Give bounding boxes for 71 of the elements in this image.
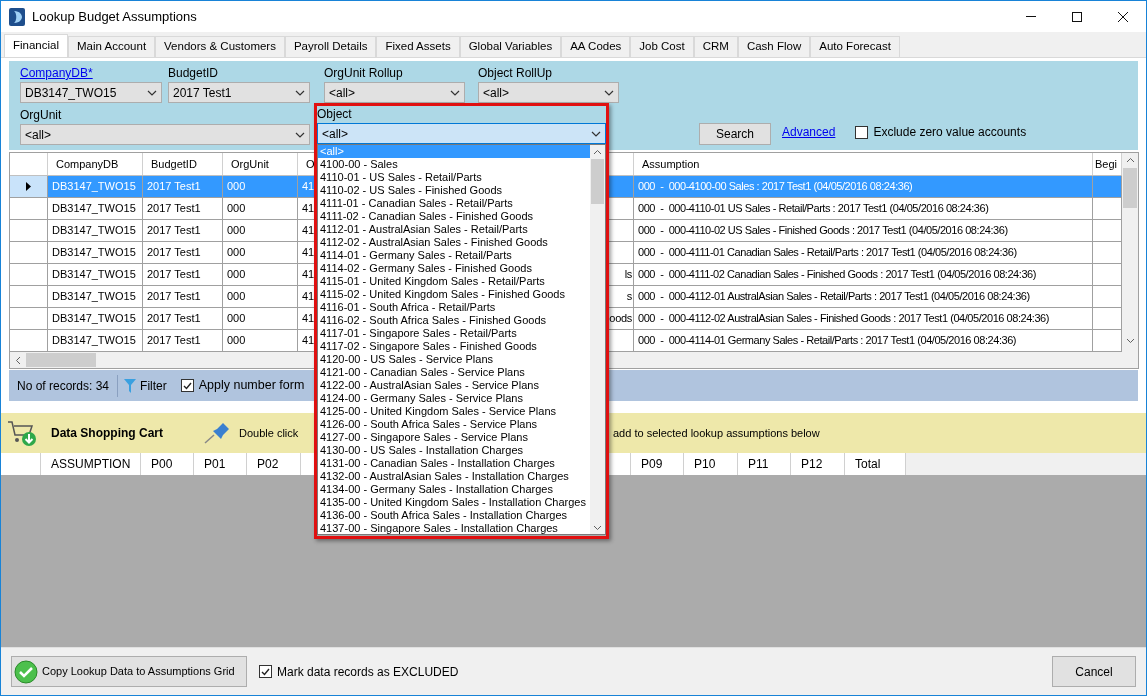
table-cell-text: 000	[227, 223, 246, 239]
table-cell-text: 2017 Test1	[147, 267, 201, 283]
table-cell-text: DB3147_TWO15	[52, 333, 136, 349]
field-label: BudgetID	[168, 66, 220, 80]
table-cell-text: DB3147_TWO15	[52, 223, 136, 239]
column-header: Assumption	[642, 156, 700, 172]
table-cell-text: DB3147_TWO15	[52, 289, 136, 305]
table-cell-text: DB3147_TWO15	[52, 245, 136, 261]
column-header: CompanyDB	[56, 156, 119, 172]
table-cell-text: 2017 Test1	[147, 245, 201, 261]
column-header: P00	[151, 456, 173, 473]
column-header: Begi	[1095, 156, 1118, 172]
table-cell-text: 41	[302, 289, 315, 305]
table-cell-text: 000	[227, 267, 246, 283]
table-cell-text: 000 - 000-4111-02 Canadian Sales - Finished Goods : 2017 Test1 (04/05/2016 08:24:36)	[638, 267, 1036, 283]
field-label: Object	[317, 107, 353, 121]
column-header: BudgetID	[151, 156, 197, 172]
table-cell-text: 41	[302, 267, 315, 283]
table-cell-text: 41	[302, 245, 315, 261]
table-cell-text: 000 - 000-4110-01 US Sales - Retail/Parts : 2017 Test1 (04/05/2016 08:24:36)	[638, 201, 989, 217]
table-cell-text: 2017 Test1	[147, 201, 201, 217]
table-cell-text: 000 - 000-4100-00 Sales : 2017 Test1 (04/05/2016 08:24:36)	[638, 179, 913, 195]
column-header: Total	[855, 456, 881, 473]
table-cell-text: 2017 Test1	[147, 179, 201, 195]
column-header: P12	[801, 456, 823, 473]
column-header: P01	[204, 456, 226, 473]
checkbox-label: Apply number form	[198, 377, 305, 395]
column-header: O	[306, 156, 315, 172]
table-cell-text: 000 - 000-4111-01 Canadian Sales - Retail/Parts : 2017 Test1 (04/05/2016 08:24:36)	[638, 245, 1017, 261]
cart-hint: Double click	[239, 425, 299, 441]
field-label: Object RollUp	[478, 66, 554, 80]
table-cell-text: 41	[302, 201, 315, 217]
table-cell-text: 000	[227, 289, 246, 305]
table-cell-text: 000 - 000-4110-02 US Sales - Finished Goods : 2017 Test1 (04/05/2016 08:24:36)	[638, 223, 1008, 239]
table-cell-text: 000	[227, 179, 246, 195]
record-count: No of records: 34	[17, 377, 110, 395]
table-cell-text: 000	[227, 311, 246, 327]
column-header: P11	[748, 456, 769, 473]
table-cell-text: 2017 Test1	[147, 333, 201, 349]
checkbox-label: Exclude zero value accounts	[873, 124, 1027, 141]
column-header: OrgUnit	[231, 156, 269, 172]
table-cell-text: DB3147_TWO15	[52, 311, 136, 327]
table-cell-text: 41	[302, 333, 315, 349]
table-cell-text: oods	[609, 311, 632, 327]
field-label: OrgUnit	[20, 108, 63, 122]
table-cell-text: ls	[624, 267, 632, 283]
table-cell-text: DB3147_TWO15	[52, 201, 136, 217]
table-cell-text: 000 - 000-4112-02 AustralAsian Sales - Finished Goods : 2017 Test1 (04/05/2016 08:24:36)	[638, 311, 1049, 327]
column-header: P09	[641, 456, 663, 473]
cart-title: Data Shopping Cart	[51, 425, 163, 442]
table-cell-text: 000 - 000-4112-01 AustralAsian Sales - Retail/Parts : 2017 Test1 (04/05/2016 08:24:36)	[638, 289, 1030, 305]
table-cell-text: 2017 Test1	[147, 289, 201, 305]
table-cell-text: DB3147_TWO15	[52, 267, 136, 283]
column-header: P10	[694, 456, 716, 473]
table-cell-text: s	[626, 289, 632, 305]
table-cell-text: 2017 Test1	[147, 311, 201, 327]
cart-hint: add to selected lookup assumptions below	[613, 425, 820, 441]
table-cell-text: DB3147_TWO15	[52, 179, 136, 195]
table-cell-text: 41	[302, 311, 315, 327]
column-header: P02	[257, 456, 279, 473]
table-cell-text: 000	[227, 201, 246, 217]
table-cell-text: 000 - 000-4114-01 Germany Sales - Retail/Parts : 2017 Test1 (04/05/2016 08:24:36)	[638, 333, 1017, 349]
column-header: ASSUMPTION	[51, 456, 131, 473]
table-cell-text: 000	[227, 333, 246, 349]
table-cell-text: 41	[302, 179, 315, 195]
table-cell-text: 2017 Test1	[147, 223, 201, 239]
window-title: Lookup Budget Assumptions	[32, 7, 197, 26]
table-cell-text: 41	[302, 223, 315, 239]
table-cell-text: 000	[227, 245, 246, 261]
field-label: OrgUnit Rollup	[324, 66, 404, 80]
checkbox-label: Mark data records as EXCLUDED	[277, 663, 459, 681]
